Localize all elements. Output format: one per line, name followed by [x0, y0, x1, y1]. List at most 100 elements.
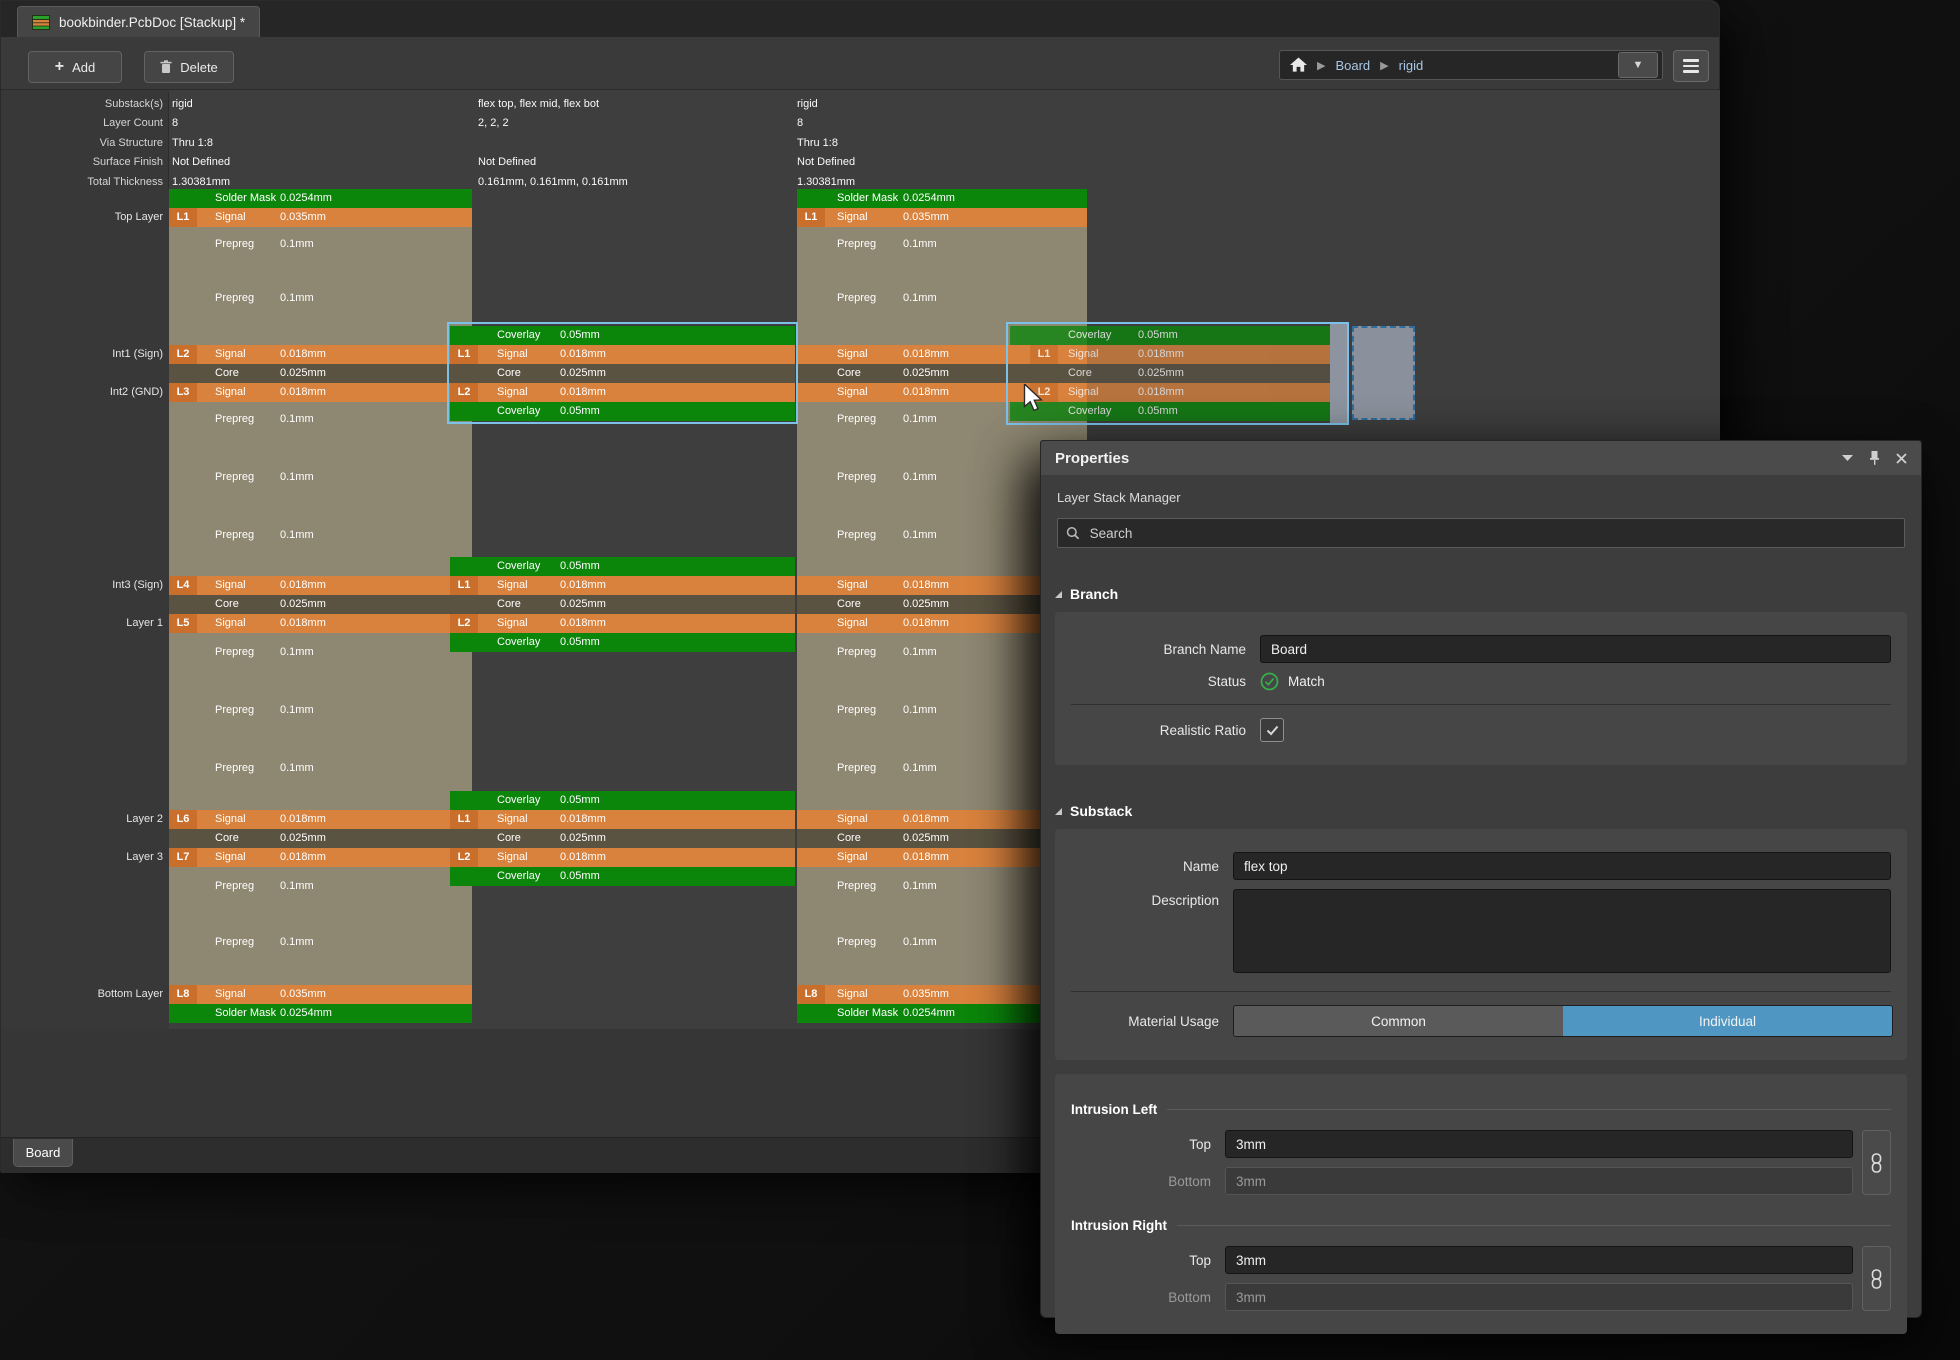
dragged-substack-fragment[interactable]: Coverlay0.05mmL1Signal0.018mmCore0.025mm…	[1006, 322, 1349, 425]
stackup-row-signal[interactable]: L2Signal0.018mm	[1010, 383, 1330, 402]
material-thickness: 0.0254mm	[280, 1004, 332, 1023]
intrusion-left-bottom-field[interactable]	[1225, 1167, 1853, 1195]
stackup-row-signal[interactable]: L1Signal0.018mm	[450, 810, 795, 829]
divider	[1071, 991, 1891, 992]
stackup-dielectric-block[interactable]: Prepreg0.1mmPrepreg0.1mm	[169, 227, 472, 345]
intrusion-right-top-field[interactable]	[1225, 1246, 1853, 1274]
layer-badge: L1	[797, 208, 825, 227]
search-box	[1057, 518, 1905, 548]
material-thickness: 0.018mm	[1138, 383, 1184, 402]
material-name: Prepreg	[215, 526, 254, 545]
stackup-row-mask[interactable]: Solder Mask0.0254mm	[169, 1004, 472, 1023]
stackup-row-mask[interactable]: Coverlay0.05mm	[450, 791, 795, 810]
material-name: Prepreg	[837, 289, 876, 308]
stackup-row-mask[interactable]: Coverlay0.05mm	[450, 867, 795, 886]
layer-badge: L2	[450, 614, 478, 633]
material-thickness: 0.0254mm	[903, 189, 955, 208]
material-thickness: 0.025mm	[903, 364, 949, 383]
intrusion-right-bottom-label: Bottom	[1071, 1290, 1225, 1305]
section-branch[interactable]: Branch	[1055, 586, 1907, 602]
material-thickness: 0.025mm	[280, 364, 326, 383]
stackup-row-mask[interactable]: Solder Mask0.0254mm	[169, 189, 472, 208]
stackup-row-signal[interactable]: L2Signal0.018mm	[169, 345, 472, 364]
stackup-row-mask[interactable]: Coverlay0.05mm	[450, 633, 795, 652]
stackup-row-signal[interactable]: L2Signal0.018mm	[450, 848, 795, 867]
close-icon[interactable]	[1896, 453, 1907, 464]
material-name: Prepreg	[837, 701, 876, 720]
material-common-option[interactable]: Common	[1234, 1006, 1563, 1036]
stackup-row-signal[interactable]: L2Signal0.018mm	[450, 614, 795, 633]
intrusion-right-link-button[interactable]	[1862, 1246, 1891, 1311]
stackup-row-mask[interactable]: Solder Mask0.0254mm	[797, 189, 1087, 208]
intrusion-drag-region[interactable]	[1352, 326, 1415, 420]
material-name: Core	[497, 595, 521, 614]
material-name: Prepreg	[837, 468, 876, 487]
description-field[interactable]	[1233, 889, 1891, 973]
material-thickness: 0.018mm	[560, 810, 606, 829]
stackup-row-core[interactable]: Core0.025mm	[1010, 364, 1330, 383]
substack-name-field[interactable]	[1233, 852, 1891, 880]
stackup-row-signal[interactable]: L5Signal0.018mm	[169, 614, 472, 633]
material-thickness: 0.018mm	[560, 614, 606, 633]
material-thickness: 0.1mm	[903, 289, 937, 308]
pin-icon[interactable]	[1869, 451, 1880, 465]
stackup-row-core[interactable]: Core0.025mm	[450, 595, 795, 614]
material-name: Prepreg	[215, 235, 254, 254]
material-name: Core	[215, 829, 239, 848]
stackup-row-signal[interactable]: L4Signal0.018mm	[169, 576, 472, 595]
stackup-row-core[interactable]: Core0.025mm	[169, 829, 472, 848]
material-name: Coverlay	[497, 867, 540, 886]
material-thickness: 0.0254mm	[280, 189, 332, 208]
dielectric-entry: Prepreg0.1mm	[169, 643, 472, 662]
material-thickness: 0.05mm	[1138, 326, 1178, 345]
intrusion-right-bottom-field[interactable]	[1225, 1283, 1853, 1311]
dielectric-entry: Prepreg0.1mm	[169, 235, 472, 254]
stackup-row-signal[interactable]: L7Signal0.018mm	[169, 848, 472, 867]
stackup-row-signal[interactable]: L1Signal0.018mm	[1010, 345, 1330, 364]
material-thickness: 0.1mm	[903, 933, 937, 952]
info-label: Via Structure	[0, 134, 163, 153]
substack-card: Name Description Material Usage Common I…	[1055, 829, 1907, 1060]
material-name: Signal	[837, 614, 868, 633]
stackup-row-signal[interactable]: L1Signal0.035mm	[169, 208, 472, 227]
stackup-row-signal[interactable]: L1Signal0.035mm	[797, 208, 1087, 227]
material-name: Prepreg	[215, 468, 254, 487]
stackup-row-signal[interactable]: L6Signal0.018mm	[169, 810, 472, 829]
stackup-row-signal[interactable]: L3Signal0.018mm	[169, 383, 472, 402]
material-name: Signal	[215, 208, 246, 227]
material-thickness: 0.1mm	[903, 410, 937, 429]
branch-name-field[interactable]	[1260, 635, 1891, 663]
material-thickness: 0.1mm	[903, 877, 937, 896]
stackup-row-label: Layer 3	[0, 848, 163, 867]
stackup-dielectric-block[interactable]: Prepreg0.1mmPrepreg0.1mmPrepreg0.1mm	[169, 402, 472, 576]
stackup-row-core[interactable]: Core0.025mm	[169, 364, 472, 383]
stackup-row-mask[interactable]: Coverlay0.05mm	[1010, 326, 1330, 345]
stackup-row-mask[interactable]: Coverlay0.05mm	[1010, 402, 1330, 421]
stackup-dielectric-block[interactable]: Prepreg0.1mmPrepreg0.1mm	[169, 867, 472, 985]
stackup-row-mask[interactable]: Coverlay0.05mm	[450, 557, 795, 576]
search-icon	[1066, 526, 1080, 540]
material-name: Solder Mask	[837, 1004, 898, 1023]
stackup-row-signal[interactable]: L8Signal0.035mm	[169, 985, 472, 1004]
realistic-ratio-checkbox[interactable]	[1260, 718, 1284, 742]
dielectric-entry: Prepreg 0.1mm	[169, 468, 472, 487]
material-name: Prepreg	[837, 759, 876, 778]
section-substack[interactable]: Substack	[1055, 803, 1907, 819]
info-label: Total Thickness	[0, 173, 163, 192]
dielectric-entry: Prepreg0.1mm	[169, 526, 472, 545]
material-name: Signal	[215, 576, 246, 595]
properties-titlebar[interactable]: Properties	[1041, 441, 1921, 475]
search-input[interactable]	[1088, 525, 1896, 542]
stackup-row-core[interactable]: Core0.025mm	[450, 829, 795, 848]
intrusion-left-link-button[interactable]	[1862, 1130, 1891, 1195]
material-thickness: 0.1mm	[280, 468, 314, 487]
stackup-row-signal[interactable]: L1Signal0.018mm	[450, 576, 795, 595]
stackup-dielectric-block[interactable]: Prepreg0.1mmPrepreg0.1mmPrepreg0.1mm	[169, 633, 472, 810]
info-value: Not Defined	[478, 153, 536, 172]
substack-name-label: Name	[1071, 859, 1233, 874]
stackup-row-core[interactable]: Core0.025mm	[169, 595, 472, 614]
intrusion-left-top-field[interactable]	[1225, 1130, 1853, 1158]
chevron-down-icon[interactable]	[1842, 454, 1853, 462]
branch-name-label: Branch Name	[1071, 642, 1260, 657]
material-individual-option[interactable]: Individual	[1563, 1006, 1892, 1036]
